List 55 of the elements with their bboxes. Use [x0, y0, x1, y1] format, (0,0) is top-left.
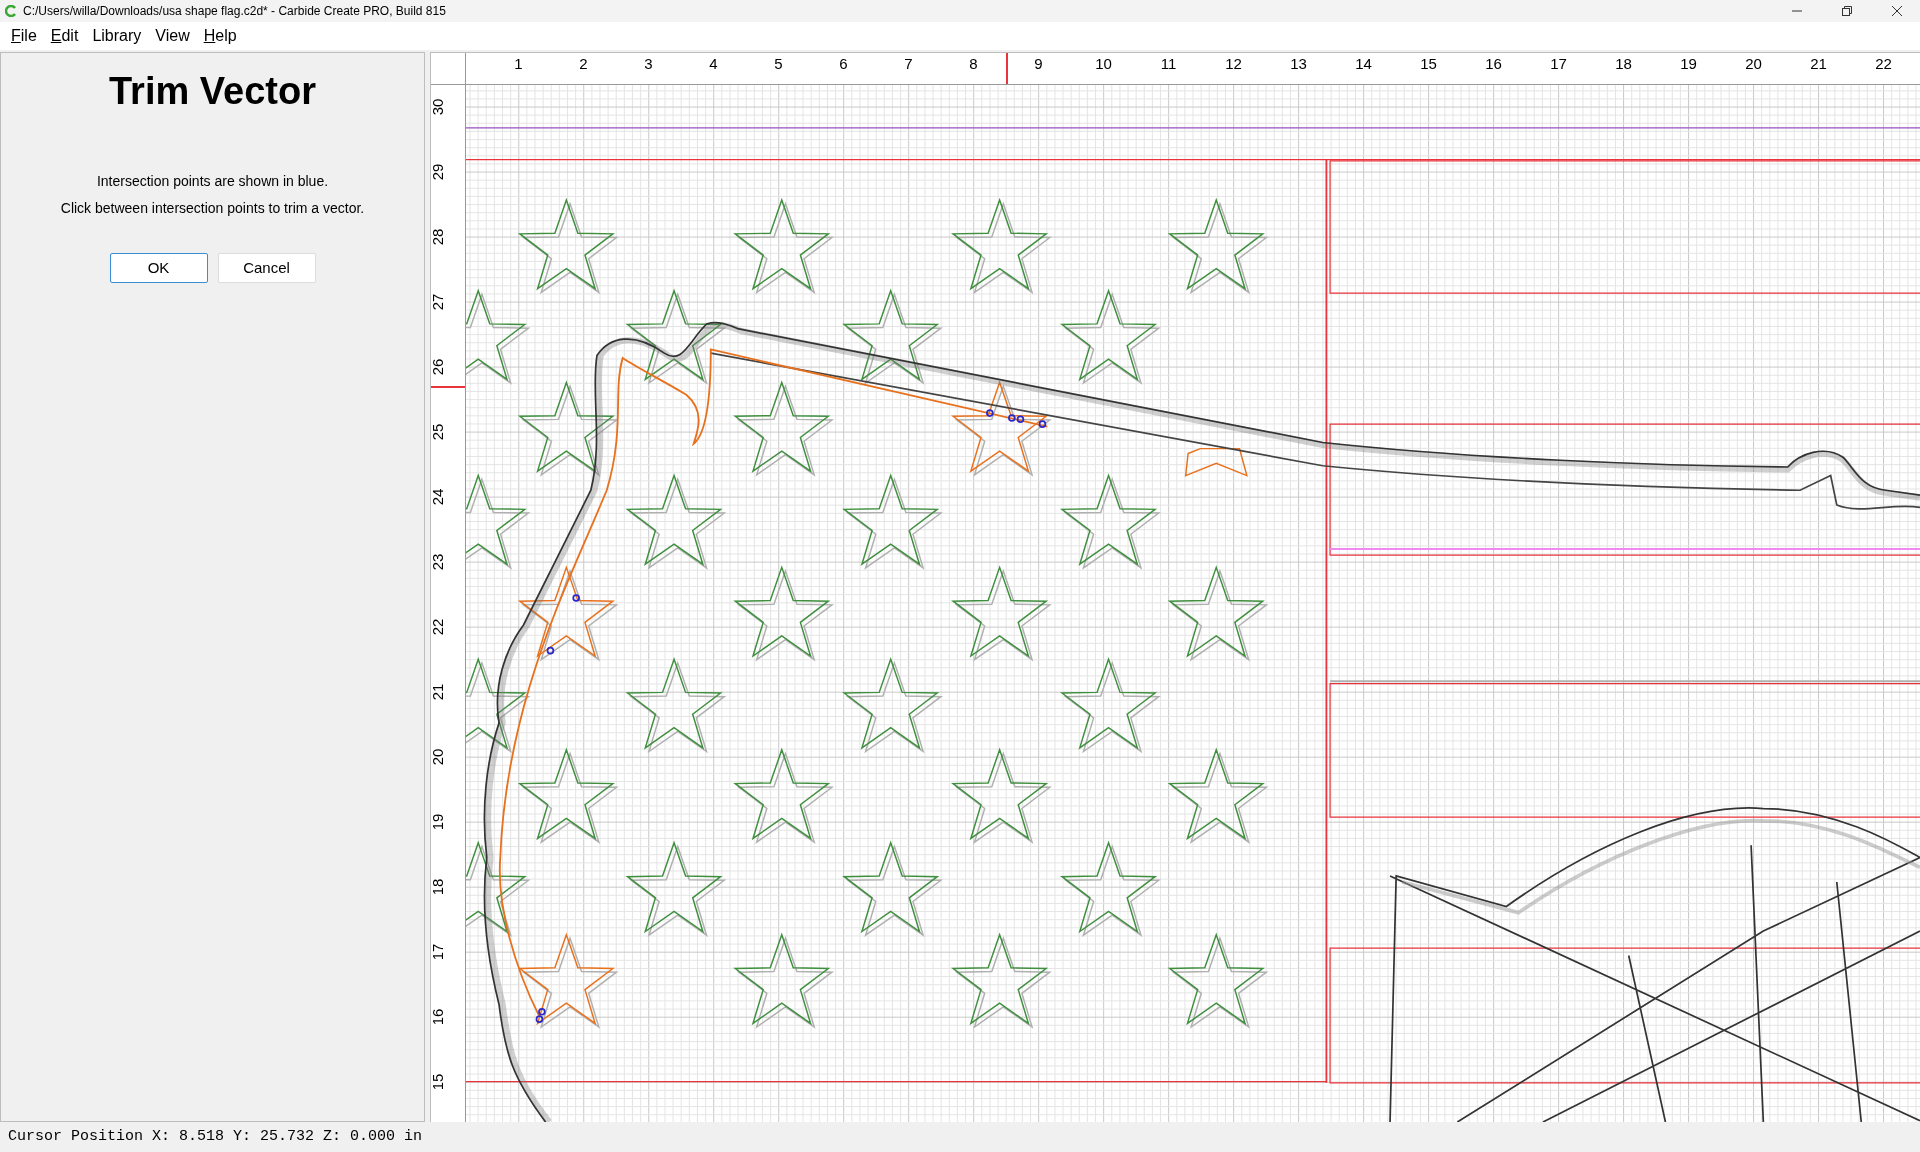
ruler-label: 2 — [579, 54, 588, 74]
ruler-label: 7 — [904, 54, 913, 74]
ruler-label: 6 — [839, 54, 848, 74]
ruler-label: 15 — [1420, 54, 1437, 74]
ruler-label: 19 — [431, 813, 448, 830]
ruler-label: 28 — [431, 228, 448, 245]
ruler-label: 10 — [1095, 54, 1112, 74]
ruler-label: 20 — [1745, 54, 1762, 74]
menu-item[interactable]: View — [148, 24, 197, 48]
cursor-marker — [431, 386, 465, 388]
restore-icon[interactable] — [1841, 5, 1853, 17]
ruler-label: 17 — [431, 943, 448, 960]
cursor-marker — [1006, 53, 1008, 84]
ruler-label: 16 — [1485, 54, 1502, 74]
ruler-label: 8 — [969, 54, 978, 74]
ruler-label: 19 — [1680, 54, 1697, 74]
ruler-label: 23 — [431, 553, 448, 570]
menu-item[interactable]: Help — [196, 24, 244, 48]
ruler-label: 26 — [431, 358, 448, 375]
dialog-button[interactable]: OK — [109, 253, 208, 283]
ruler-label: 5 — [774, 54, 783, 74]
instruction-text: Click between intersection points to trim a vector. — [60, 199, 365, 217]
menu-item[interactable]: File — [4, 24, 44, 48]
ruler-label: 24 — [431, 488, 448, 505]
ruler-label: 18 — [1615, 54, 1632, 74]
status-text: Cursor Position X: 8.518 Y: 25.732 Z: 0.000 in — [8, 1126, 423, 1147]
menu-item[interactable]: Library — [85, 24, 149, 48]
ruler-label: 27 — [431, 293, 448, 310]
panel-title: Trim Vector — [109, 69, 316, 114]
menu-item[interactable]: Edit — [43, 24, 86, 48]
ruler-label: 30 — [431, 98, 448, 115]
ruler-label: 4 — [709, 54, 718, 74]
ruler-label: 13 — [1290, 54, 1307, 74]
ruler-label: 9 — [1034, 54, 1043, 74]
dialog-button[interactable]: Cancel — [217, 253, 316, 283]
ruler-label: 12 — [1225, 54, 1242, 74]
instruction-text: Intersection points are shown in blue. — [96, 172, 329, 190]
ruler-label: 29 — [431, 163, 448, 180]
ruler-label: 17 — [1550, 54, 1567, 74]
ruler-label: 14 — [1355, 54, 1372, 74]
ruler-label: 22 — [431, 618, 448, 635]
window-title: C:/Users/willa/Downloads/usa shape flag.c2d* - Carbide Create PRO, Build 815 — [23, 3, 446, 20]
close-icon[interactable] — [1891, 5, 1903, 17]
ruler-label: 22 — [1875, 54, 1892, 74]
ruler-label: 18 — [431, 878, 448, 895]
ruler-label: 25 — [431, 423, 448, 440]
ruler-label: 11 — [1160, 54, 1177, 74]
ruler-label: 16 — [431, 1008, 448, 1025]
app-logo-icon — [5, 5, 17, 17]
ruler-label: 15 — [431, 1073, 448, 1090]
ruler-label: 21 — [431, 683, 448, 700]
ruler-label: 3 — [644, 54, 653, 74]
ruler-label: 21 — [1810, 54, 1827, 74]
ruler-label: 20 — [431, 748, 448, 765]
ruler-label: 1 — [514, 54, 523, 74]
